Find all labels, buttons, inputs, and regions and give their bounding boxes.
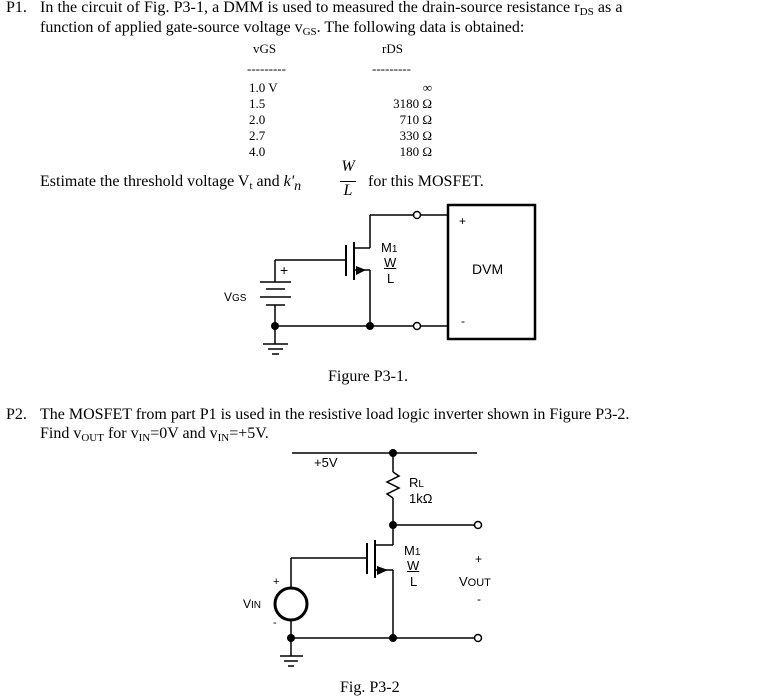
- vin-label: VIN: [243, 597, 261, 611]
- vin-minus: -: [273, 617, 277, 629]
- vout-label-main: V: [459, 574, 468, 589]
- m1-label: M1: [404, 543, 420, 558]
- m1-l: L: [410, 574, 418, 589]
- vin-label-main: V: [243, 597, 252, 611]
- vin-plus: +: [273, 576, 280, 588]
- junction-dot: [389, 521, 397, 529]
- vin-source: [273, 586, 309, 622]
- vout-plus: +: [475, 552, 483, 566]
- resistor-rl: [385, 471, 401, 499]
- rl-label: RL: [409, 475, 424, 490]
- junction-dot: [389, 634, 397, 642]
- vout-label-sub: OUT: [467, 577, 491, 589]
- supply-label: +5V: [314, 455, 338, 470]
- junction-dot: [287, 634, 295, 642]
- rl-sub: L: [418, 479, 424, 490]
- vout-label: VOUT: [459, 574, 491, 589]
- rl-name: R: [409, 475, 419, 490]
- m1-name: M: [404, 543, 415, 558]
- terminal-open: [473, 520, 483, 530]
- vin-label-sub: IN: [251, 600, 262, 611]
- junction-dot: [389, 449, 397, 457]
- figure-p3-2-circuit: [273, 449, 483, 667]
- m1-w: W: [407, 558, 420, 573]
- terminal-open: [473, 633, 483, 643]
- rl-value: 1kΩ: [409, 491, 433, 506]
- vout-minus: -: [477, 592, 481, 606]
- figure-p3-2-caption: Fig. P3-2: [340, 679, 400, 696]
- source-arrow: [377, 566, 388, 575]
- m1-index: 1: [414, 547, 421, 558]
